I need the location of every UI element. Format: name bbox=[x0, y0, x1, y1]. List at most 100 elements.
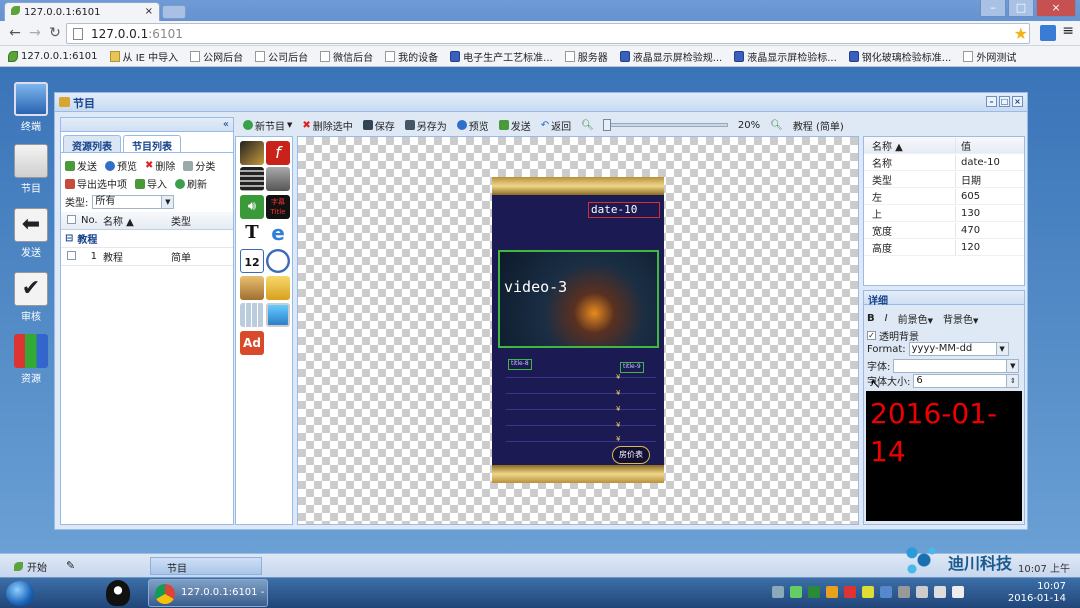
minimize-icon[interactable]: – bbox=[986, 96, 997, 107]
edit-icon[interactable]: ✎ bbox=[66, 559, 75, 572]
desktop-icon-terminal[interactable]: 终端 bbox=[6, 82, 56, 133]
camera-widget-icon[interactable] bbox=[266, 167, 290, 191]
title-element-left[interactable]: title-8 bbox=[508, 359, 532, 370]
bookmark-item[interactable]: 微信后台 bbox=[320, 49, 373, 64]
spinner-icon[interactable]: ⇕ bbox=[1006, 374, 1019, 387]
windows-start-icon[interactable] bbox=[6, 581, 34, 606]
bookmark-item[interactable]: 外网测试 bbox=[963, 49, 1016, 64]
menu-icon[interactable]: ≡ bbox=[1062, 23, 1074, 39]
desktop-icon-send[interactable]: ⬅ 发送 bbox=[6, 208, 56, 259]
property-row[interactable]: 类型 日期 bbox=[864, 171, 1024, 188]
ad-widget-icon[interactable]: Ad bbox=[240, 331, 264, 355]
tray-battery-icon[interactable] bbox=[790, 586, 802, 598]
editor-canvas[interactable]: date-10 video-3 title-8 title-9 ¥ ¥ ¥ ¥ … bbox=[297, 136, 859, 525]
new-tab-button[interactable] bbox=[162, 5, 186, 19]
bookmark-item[interactable]: 液晶显示屏检验规... bbox=[619, 49, 722, 64]
text-widget-icon[interactable]: T bbox=[240, 221, 264, 245]
zoom-out-button[interactable]: 🔍︎ bbox=[581, 120, 594, 131]
title-element-right[interactable]: title-9 bbox=[620, 362, 644, 373]
flash-widget-icon[interactable]: f bbox=[266, 141, 290, 165]
zoom-slider[interactable] bbox=[602, 119, 728, 131]
col-no[interactable]: No. bbox=[81, 215, 103, 226]
preview-button[interactable]: 预览 bbox=[105, 158, 137, 173]
audio-widget-icon[interactable]: 🔊︎ bbox=[240, 195, 264, 219]
property-row[interactable]: 宽度 470 bbox=[864, 222, 1024, 239]
forward-arrow-icon[interactable]: → bbox=[26, 24, 44, 42]
zoom-in-button[interactable]: 🔍︎ bbox=[770, 120, 783, 131]
format-select[interactable]: yyyy-MM-dd ▼ bbox=[908, 342, 1009, 356]
preview-button[interactable]: 预览 bbox=[456, 118, 489, 133]
font-select[interactable]: ▼ bbox=[893, 358, 1020, 373]
tray-image-icon[interactable] bbox=[772, 586, 784, 598]
save-as-button[interactable]: 另存为 bbox=[404, 118, 447, 133]
new-program-button[interactable]: 新节目 ▼ bbox=[243, 118, 292, 133]
qq-icon[interactable] bbox=[106, 580, 130, 606]
bookmark-item[interactable]: 公司后台 bbox=[255, 49, 308, 64]
refresh-button[interactable]: 刷新 bbox=[175, 176, 207, 191]
extension-icon[interactable] bbox=[1040, 25, 1056, 41]
back-arrow-icon[interactable]: ← bbox=[6, 24, 24, 42]
foreground-color-button[interactable]: 前景色▼ bbox=[898, 311, 933, 326]
video-element[interactable]: video-3 bbox=[498, 250, 659, 348]
tab-program-list[interactable]: 节目列表 bbox=[123, 135, 181, 153]
col-type[interactable]: 类型 bbox=[171, 213, 191, 228]
tray-app-icon[interactable] bbox=[880, 586, 892, 598]
close-icon[interactable]: × bbox=[145, 6, 153, 17]
tray-flag-icon[interactable] bbox=[952, 586, 964, 598]
calendar-widget-icon[interactable]: 12 bbox=[240, 249, 264, 273]
desktop-icon-review[interactable]: ✔ 审核 bbox=[6, 272, 56, 323]
tab-resource-list[interactable]: 资源列表 bbox=[63, 135, 121, 153]
bookmark-item[interactable]: 127.0.0.1:6101 bbox=[8, 50, 98, 62]
delete-selected-button[interactable]: ✖ 删除选中 bbox=[302, 118, 352, 133]
italic-button[interactable]: I bbox=[885, 313, 888, 324]
save-button[interactable]: 保存 bbox=[362, 118, 395, 133]
tray-network-icon[interactable] bbox=[916, 586, 928, 598]
browser-tab[interactable]: 127.0.0.1:6101 × bbox=[4, 2, 160, 21]
tray-app-icon[interactable] bbox=[808, 586, 820, 598]
desktop-icon-program[interactable]: 节目 bbox=[6, 144, 56, 195]
table-widget-icon[interactable] bbox=[240, 303, 264, 327]
bold-button[interactable]: B bbox=[867, 313, 875, 324]
bookmark-item[interactable]: 从 IE 中导入 bbox=[109, 49, 178, 64]
send-button[interactable]: 发送 bbox=[65, 158, 97, 173]
tray-volume-icon[interactable] bbox=[934, 586, 946, 598]
reload-icon[interactable]: ↻ bbox=[46, 24, 64, 42]
bookmark-item[interactable]: 服务器 bbox=[564, 49, 608, 64]
tray-app-icon[interactable] bbox=[826, 586, 838, 598]
folder-widget-icon[interactable] bbox=[266, 276, 290, 300]
select-all-checkbox[interactable] bbox=[66, 214, 76, 224]
maximize-icon[interactable]: □ bbox=[999, 96, 1010, 107]
bookmark-item[interactable]: 我的设备 bbox=[385, 49, 438, 64]
property-row[interactable]: 高度 120 bbox=[864, 239, 1024, 256]
desktop-icon-resource[interactable]: 资源 bbox=[6, 334, 56, 385]
document-widget-icon[interactable] bbox=[240, 276, 264, 300]
web-widget-icon[interactable]: e bbox=[266, 221, 290, 245]
background-color-button[interactable]: 背景色▼ bbox=[943, 311, 978, 326]
property-row[interactable]: 左 605 bbox=[864, 188, 1024, 205]
subtitle-widget-icon[interactable]: 字幕 Title bbox=[266, 195, 290, 219]
tray-app-icon[interactable] bbox=[844, 586, 856, 598]
minimize-button[interactable]: – bbox=[980, 0, 1006, 17]
clock-widget-icon[interactable] bbox=[266, 249, 290, 273]
zoom-slider-thumb[interactable] bbox=[602, 119, 611, 131]
export-selected-button[interactable]: 导出选中项 bbox=[65, 176, 127, 191]
delete-button[interactable]: ✖ 删除 bbox=[145, 158, 175, 173]
transparent-option[interactable]: ✓ 透明背景 bbox=[867, 328, 919, 343]
col-property-name[interactable]: 名称 ▲ bbox=[864, 137, 956, 153]
category-button[interactable]: 分类 bbox=[183, 158, 215, 173]
bookmark-item[interactable]: 公网后台 bbox=[190, 49, 243, 64]
import-button[interactable]: 导入 bbox=[135, 176, 167, 191]
system-clock[interactable]: 10:07 2016-01-14 bbox=[1008, 581, 1066, 605]
type-select[interactable]: 所有 ▼ bbox=[92, 194, 175, 209]
back-button[interactable]: ↶ 返回 bbox=[541, 118, 571, 133]
tray-app-icon[interactable] bbox=[898, 586, 910, 598]
close-button[interactable]: × bbox=[1036, 0, 1076, 17]
send-button[interactable]: 发送 bbox=[498, 118, 531, 133]
table-row[interactable]: 1 教程 简单 bbox=[61, 248, 233, 266]
maximize-button[interactable]: □ bbox=[1008, 0, 1034, 17]
bookmark-item[interactable]: 液晶显示屏检验标... bbox=[734, 49, 837, 64]
collapse-group-icon[interactable]: ⊟ bbox=[65, 233, 73, 244]
collapse-icon[interactable]: « bbox=[223, 119, 229, 130]
transparent-checkbox[interactable]: ✓ bbox=[867, 331, 876, 340]
price-list-button[interactable]: 房价表 bbox=[612, 446, 650, 464]
